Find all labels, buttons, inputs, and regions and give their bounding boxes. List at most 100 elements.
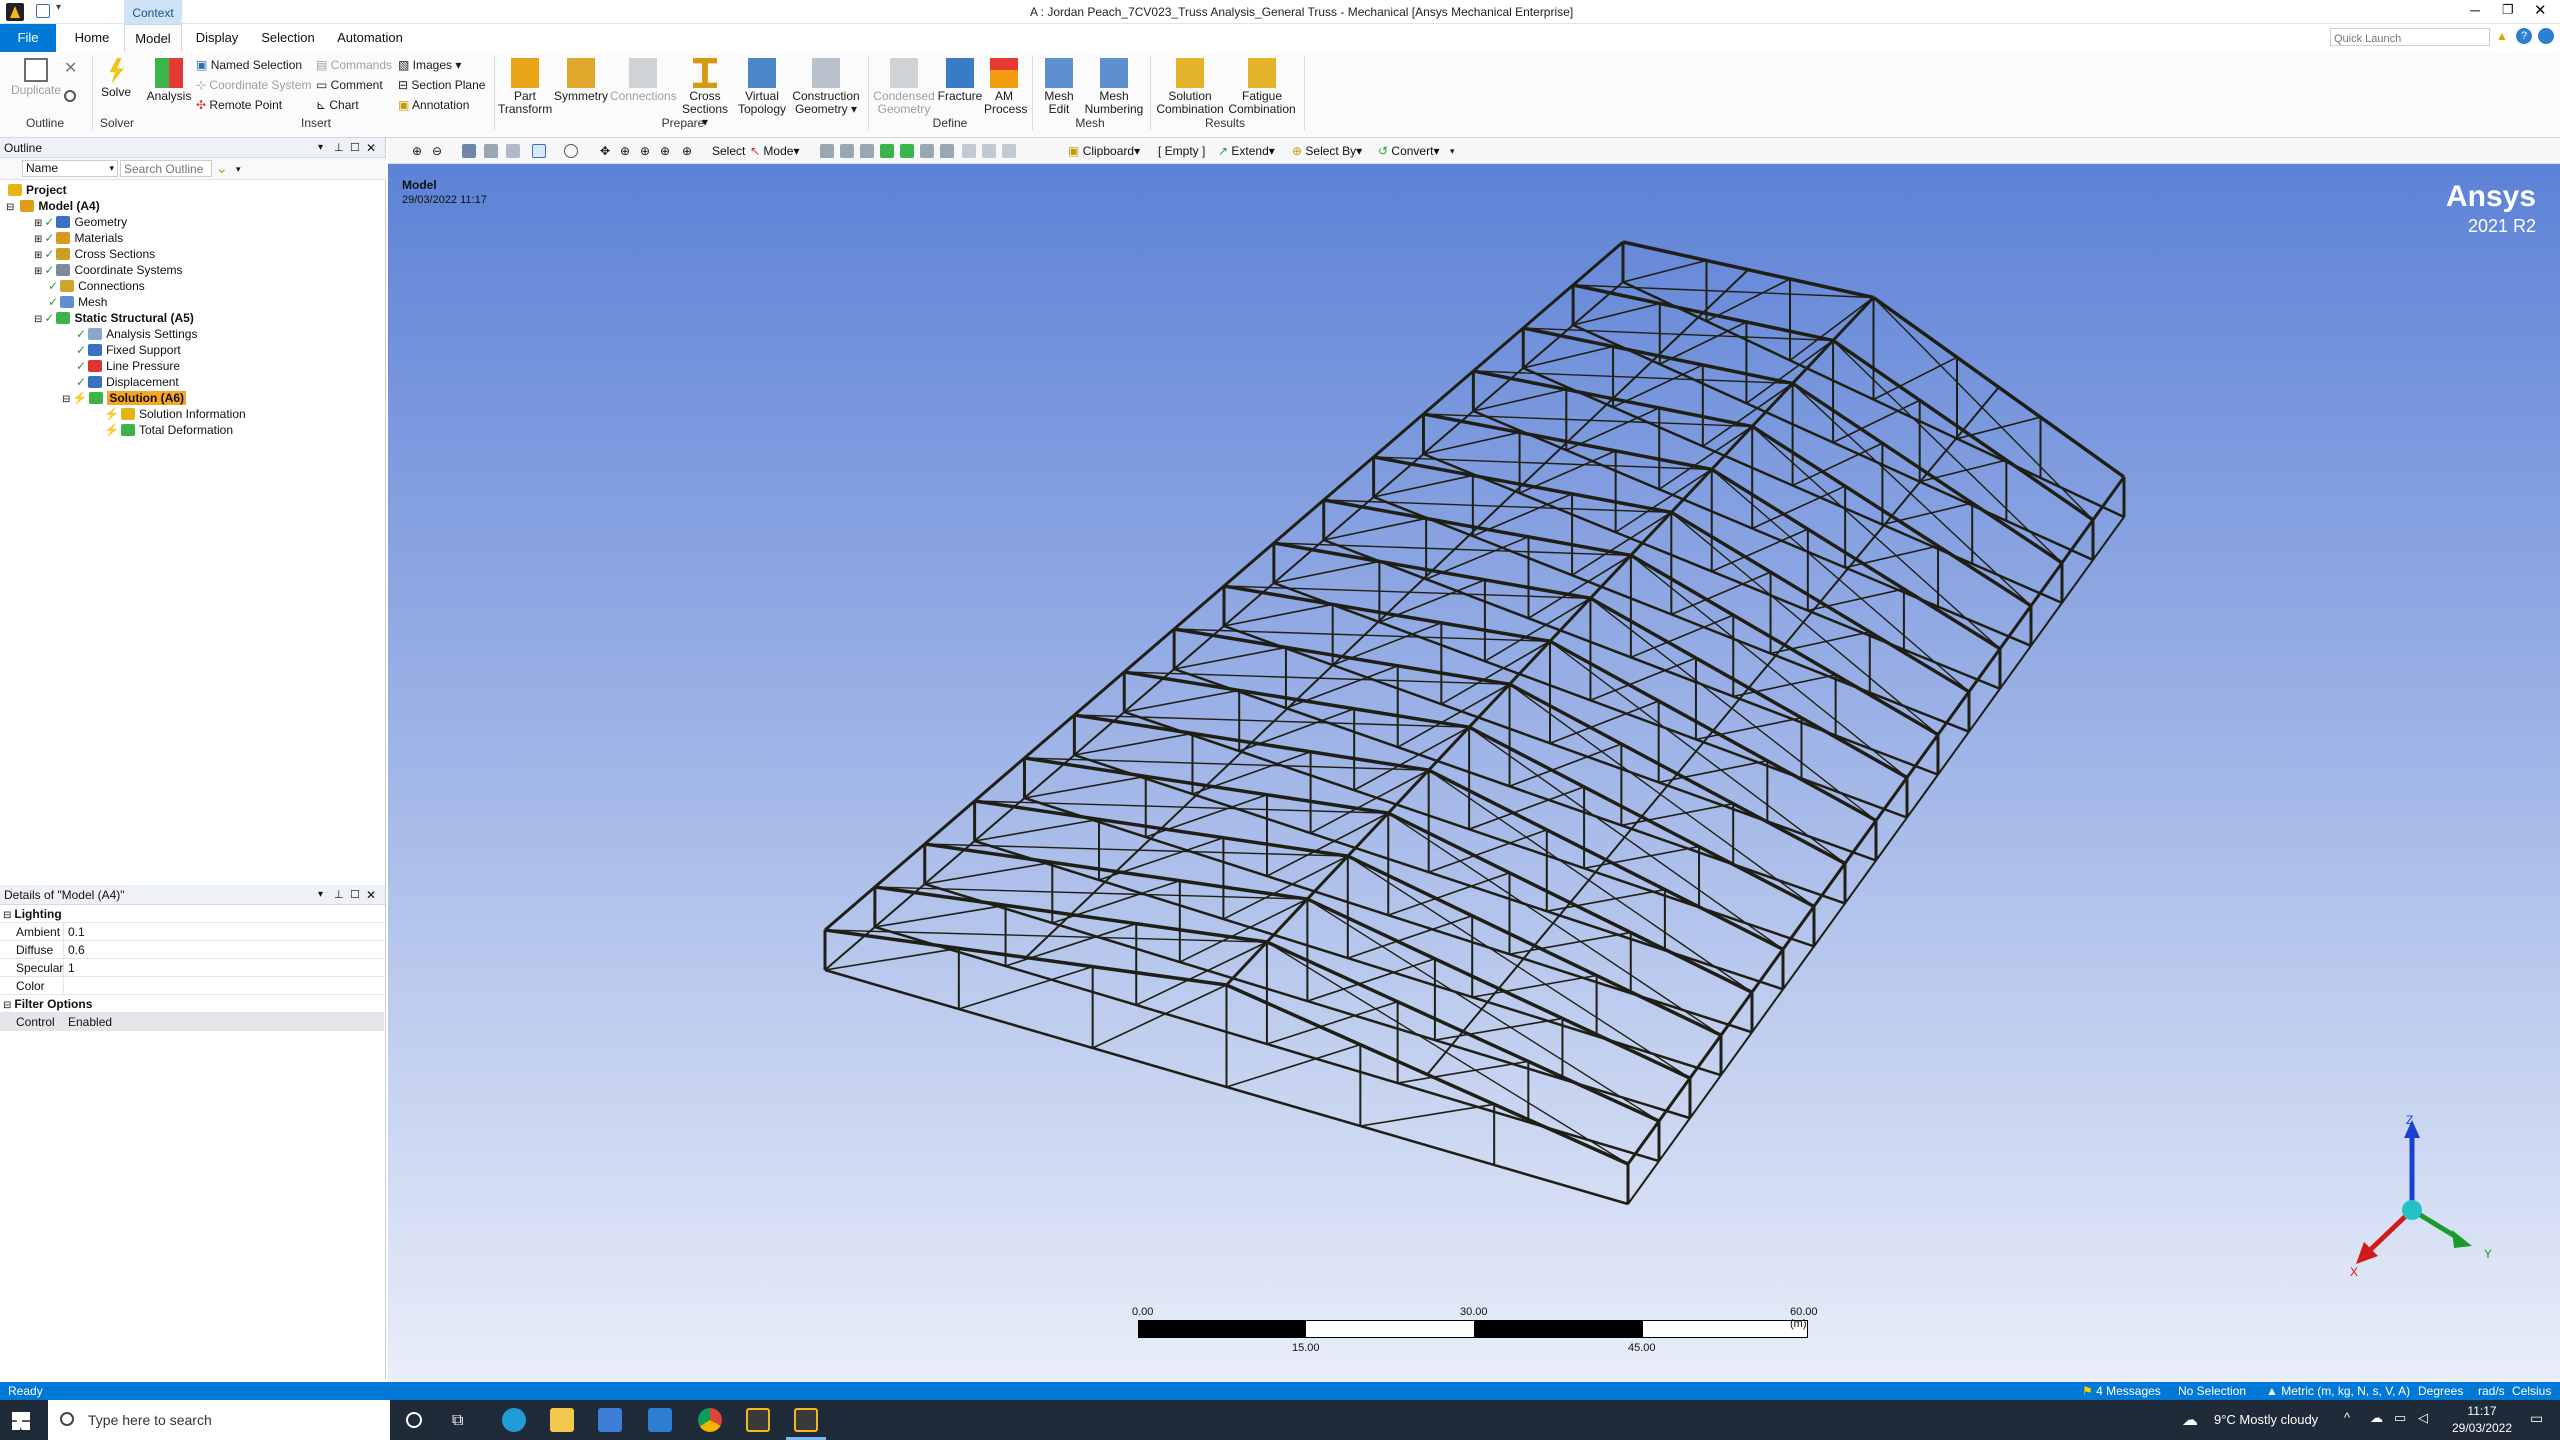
tree-node-analysis-settings[interactable]: ✓ Analysis Settings	[76, 326, 197, 342]
mode-button[interactable]: ↖ Mode▾	[750, 142, 799, 160]
collapse-ribbon-icon[interactable]: ▲	[2496, 29, 2508, 43]
maximize-icon[interactable]: ☐	[350, 885, 360, 905]
temperature-units[interactable]: Celsius	[2512, 1382, 2551, 1400]
select-mesh-icon[interactable]	[940, 144, 954, 158]
ambient-value[interactable]: 0.1	[66, 923, 85, 941]
toolbar-overflow-icon[interactable]: ▾	[1450, 142, 1455, 160]
taskbar-search[interactable]: Type here to search	[48, 1400, 390, 1440]
quick-access-dropdown-icon[interactable]: ▾	[56, 2, 61, 13]
tree-node-geometry[interactable]: ⊞ ✓ Geometry	[34, 214, 127, 230]
rotate-icon[interactable]	[564, 144, 578, 158]
maximize-icon[interactable]: ☐	[350, 138, 360, 158]
virtual-topology-button[interactable]: Virtual Topology	[734, 58, 790, 116]
view-mode-icon[interactable]	[462, 144, 476, 158]
tree-node-line-pressure[interactable]: ✓ Line Pressure	[76, 358, 180, 374]
tree-node-solution[interactable]: ⊟ ⚡ Solution (A6)	[62, 390, 186, 406]
mesh-numbering-button[interactable]: Mesh Numbering	[1082, 58, 1146, 116]
construction-geometry-button[interactable]: Construction Geometry ▾	[790, 58, 862, 116]
diffuse-value[interactable]: 0.6	[66, 941, 85, 959]
wireframe-icon[interactable]	[506, 144, 520, 158]
select-all-icon[interactable]	[982, 144, 996, 158]
duplicate-button[interactable]: Duplicate	[8, 58, 64, 97]
mechanical-icon[interactable]	[794, 1408, 818, 1432]
condensed-geometry-button[interactable]: Condensed Geometry	[872, 58, 936, 116]
control-value[interactable]: Enabled	[66, 1013, 112, 1031]
tab-display[interactable]: Display	[190, 24, 244, 52]
truss-model[interactable]	[388, 164, 2560, 1382]
panel-menu-icon[interactable]: ▾	[318, 138, 323, 158]
images-button[interactable]: ▧ Images ▾	[398, 56, 461, 74]
annotation-button[interactable]: ▣ Annotation	[398, 96, 469, 114]
cloud-sync-icon[interactable]: ☁	[2370, 1410, 2383, 1426]
pan-icon[interactable]: ✥	[600, 142, 610, 160]
tree-node-connections[interactable]: ✓ Connections	[48, 278, 145, 294]
select-edge-icon[interactable]	[840, 144, 854, 158]
remote-point-button[interactable]: ✣ Remote Point	[196, 96, 282, 114]
select-button[interactable]: Select	[712, 142, 745, 160]
units-indicator[interactable]: ▲ Metric (m, kg, N, s, V, A)	[2266, 1382, 2410, 1400]
convert-button[interactable]: ↺ Convert▾	[1378, 142, 1439, 160]
filter-name-select[interactable]: Name ▾	[22, 160, 118, 177]
zoom-icon[interactable]: ⊕	[620, 142, 630, 160]
am-process-button[interactable]: AM Process	[984, 58, 1027, 116]
edge-icon[interactable]	[502, 1408, 526, 1432]
delete-icon[interactable]: ✕	[64, 58, 77, 78]
context-tab[interactable]: Context	[124, 0, 182, 24]
tray-chevron-icon[interactable]: ^	[2344, 1410, 2350, 1425]
solution-combination-button[interactable]: Solution Combination	[1154, 58, 1226, 116]
close-icon[interactable]: ✕	[366, 138, 376, 158]
tree-node-static-structural[interactable]: ⊟ ✓ Static Structural (A5)	[34, 310, 194, 326]
fracture-button[interactable]: Fracture	[936, 58, 984, 103]
part-transform-button[interactable]: Part Transform	[498, 58, 552, 116]
select-body-icon[interactable]	[880, 144, 894, 158]
lighting-section[interactable]: ⊟ Lighting	[0, 905, 384, 923]
coordinate-system-button[interactable]: ⊹ Coordinate System	[196, 76, 311, 94]
select-element-icon[interactable]	[920, 144, 934, 158]
shade-icon[interactable]	[484, 144, 498, 158]
select-filter-icon[interactable]	[1002, 144, 1016, 158]
close-icon[interactable]: ✕	[2534, 1, 2547, 19]
tree-node-fixed-support[interactable]: ✓ Fixed Support	[76, 342, 181, 358]
extend-button[interactable]: ↗ Extend▾	[1218, 142, 1275, 160]
tree-node-project[interactable]: Project	[8, 182, 67, 198]
tab-selection[interactable]: Selection	[256, 24, 320, 52]
tree-node-cross-sections[interactable]: ⊞ ✓ Cross Sections	[34, 246, 155, 262]
specular-value[interactable]: 1	[66, 959, 75, 977]
file-explorer-icon[interactable]	[550, 1408, 574, 1432]
cortana-icon[interactable]	[406, 1412, 422, 1428]
section-plane-button[interactable]: ⊟ Section Plane	[398, 76, 485, 94]
solve-button[interactable]: Solve	[96, 58, 136, 99]
tab-home[interactable]: Home	[66, 24, 118, 52]
minimize-icon[interactable]: ─	[2470, 2, 2480, 18]
select-node-icon[interactable]	[900, 144, 914, 158]
tab-file[interactable]: File	[0, 24, 56, 52]
pin-icon[interactable]: ⊥	[334, 885, 344, 905]
filter-options-section[interactable]: ⊟ Filter Options	[0, 995, 384, 1013]
comment-button[interactable]: ▭ Comment	[316, 76, 383, 94]
help-icon[interactable]: ?	[2516, 28, 2532, 44]
graphics-viewport[interactable]: Model 29/03/2022 11:17 Ansys 2021 R2 0.0…	[388, 164, 2560, 1382]
select-more-icon[interactable]	[962, 144, 976, 158]
named-selection-button[interactable]: ▣ Named Selection	[196, 56, 302, 74]
windows-start-icon[interactable]	[12, 1412, 30, 1430]
help-dropdown-icon[interactable]	[2538, 28, 2554, 44]
tab-model[interactable]: Model	[124, 24, 182, 52]
notifications-icon[interactable]: ▭	[2530, 1410, 2543, 1427]
network-icon[interactable]: ▭	[2394, 1410, 2406, 1426]
chrome-icon[interactable]	[698, 1408, 722, 1432]
rotational-units[interactable]: rad/s	[2478, 1382, 2505, 1400]
weather-text[interactable]: 9°C Mostly cloudy	[2214, 1412, 2318, 1427]
commands-button[interactable]: ▤ Commands	[316, 56, 392, 74]
close-icon[interactable]: ✕	[366, 885, 376, 905]
save-icon[interactable]	[36, 4, 50, 18]
restore-icon[interactable]: ❐	[2502, 2, 2514, 18]
chart-button[interactable]: ⊾ Chart	[316, 96, 359, 114]
weather-icon[interactable]: ☁	[2182, 1410, 2198, 1430]
tree-node-solution-information[interactable]: ⚡ Solution Information	[104, 406, 246, 422]
store-icon[interactable]	[598, 1408, 622, 1432]
mesh-edit-button[interactable]: Mesh Edit	[1036, 58, 1082, 116]
select-by-button[interactable]: ⊕ Select By▾	[1292, 142, 1362, 160]
mail-icon[interactable]	[648, 1408, 672, 1432]
symmetry-button[interactable]: Symmetry	[554, 58, 608, 103]
zoom-fit-icon[interactable]: ⊕	[660, 142, 670, 160]
